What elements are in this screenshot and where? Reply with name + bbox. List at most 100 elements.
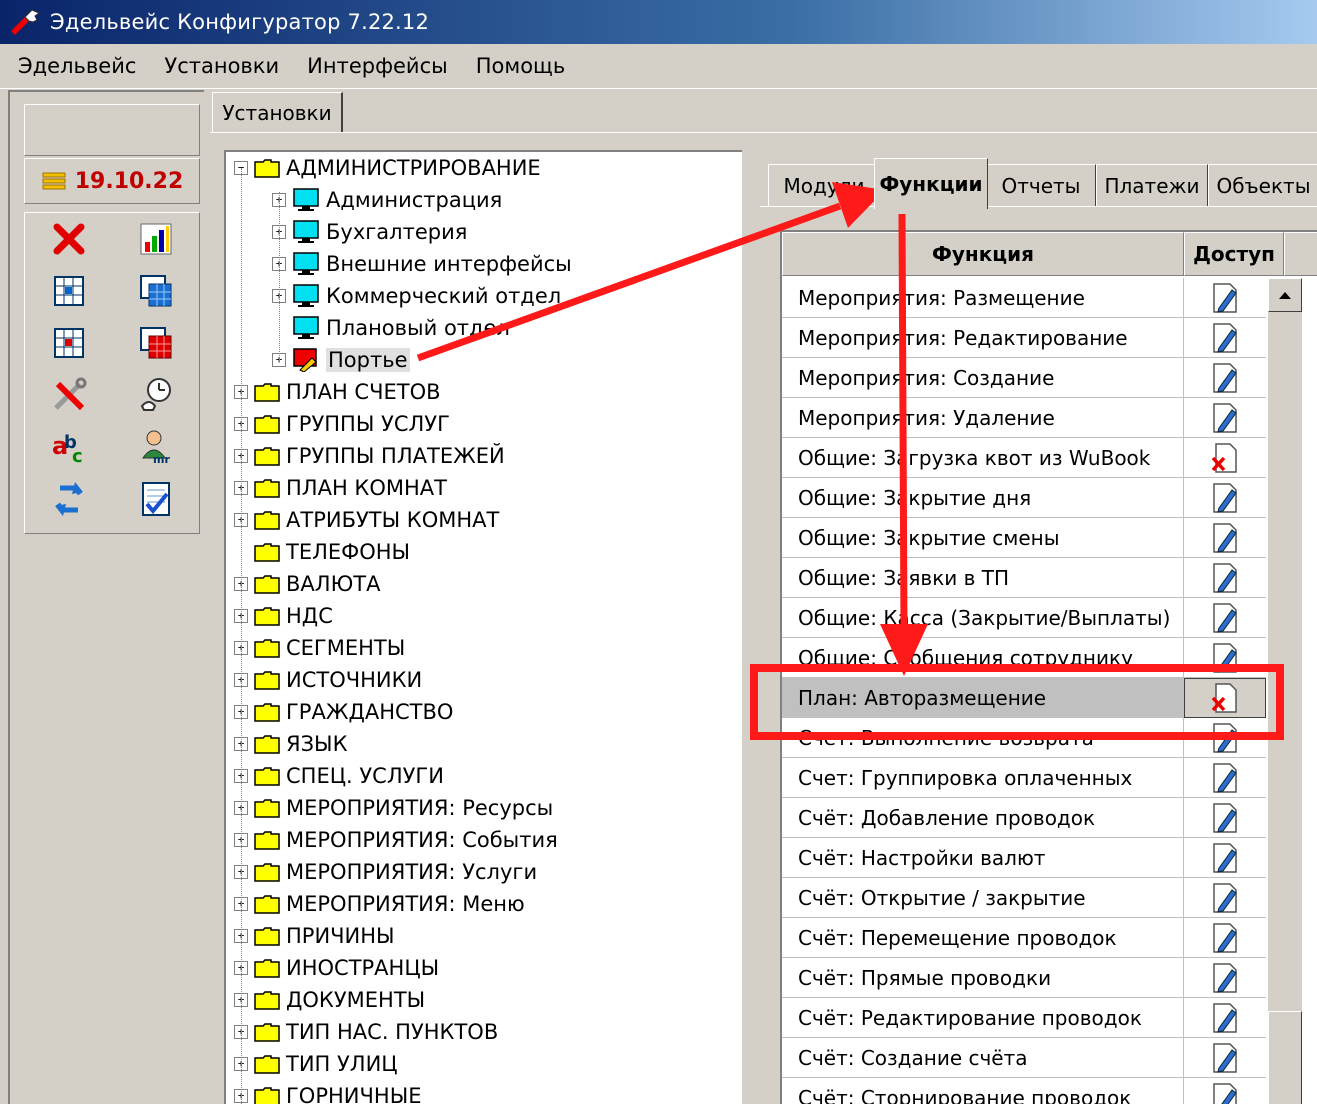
- tab-modules[interactable]: Модули: [768, 164, 880, 207]
- access-cell[interactable]: [1184, 638, 1266, 678]
- tree-node-folder[interactable]: +ВАЛЮТА: [234, 568, 380, 600]
- column-access[interactable]: Доступ: [1184, 232, 1284, 276]
- clock-button[interactable]: [112, 369, 199, 421]
- table-row[interactable]: Мероприятия: Редактирование: [782, 318, 1266, 358]
- table-row[interactable]: Мероприятия: Создание: [782, 358, 1266, 398]
- date-box[interactable]: 19.10.22: [24, 158, 200, 204]
- access-cell[interactable]: [1184, 918, 1266, 958]
- access-cell[interactable]: [1184, 478, 1266, 518]
- tree-node-child[interactable]: +Коммерческий отдел: [272, 280, 561, 312]
- menu-settings[interactable]: Установки: [150, 54, 293, 78]
- tab-reports[interactable]: Отчеты: [986, 164, 1096, 207]
- tree-node-folder[interactable]: +ПЛАН СЧЕТОВ: [234, 376, 441, 408]
- tree-node-folder[interactable]: +АТРИБУТЫ КОМНАТ: [234, 504, 499, 536]
- table-row[interactable]: Счёт: Перемещение проводок: [782, 918, 1266, 958]
- tree-node-administration[interactable]: −АДМИНИСТРИРОВАНИЕ: [234, 152, 541, 184]
- table-row[interactable]: Мероприятия: Удаление: [782, 398, 1266, 438]
- tree-node-folder[interactable]: +СПЕЦ. УСЛУГИ: [234, 760, 444, 792]
- table-row[interactable]: Общие: Закрытие смены: [782, 518, 1266, 558]
- column-function[interactable]: Функция: [782, 232, 1184, 276]
- tab-objects[interactable]: Объекты: [1208, 164, 1317, 207]
- tree-node-folder[interactable]: +НДС: [234, 600, 333, 632]
- table-row[interactable]: Счёт: Редактирование проводок: [782, 998, 1266, 1038]
- tree-node-child[interactable]: Плановый отдел: [272, 312, 510, 344]
- table-row[interactable]: План: Авторазмещение: [782, 678, 1266, 718]
- access-cell[interactable]: [1184, 1078, 1266, 1104]
- table-row[interactable]: Счёт: Сторнирование проводок: [782, 1078, 1266, 1104]
- tree-node-child[interactable]: +Администрация: [272, 184, 502, 216]
- tree-node-folder[interactable]: +ПЛАН КОМНАТ: [234, 472, 447, 504]
- tree-node-folder[interactable]: +ТИП НАС. ПУНКТОВ: [234, 1016, 498, 1048]
- table-button[interactable]: [112, 265, 199, 317]
- table-row[interactable]: Общие: Заявки в ТП: [782, 558, 1266, 598]
- tab-settings[interactable]: Установки: [212, 92, 343, 133]
- tree-node-folder[interactable]: +ТИП УЛИЦ: [234, 1048, 398, 1080]
- access-cell[interactable]: [1184, 598, 1266, 638]
- grid-red-button[interactable]: [25, 317, 112, 369]
- vertical-scrollbar[interactable]: [1268, 278, 1302, 1104]
- table-row[interactable]: Общие: Загрузка квот из WuBook: [782, 438, 1266, 478]
- delete-button[interactable]: [25, 213, 112, 265]
- tab-payments[interactable]: Платежи: [1096, 164, 1208, 207]
- table-row[interactable]: Счёт: Открытие / закрытие: [782, 878, 1266, 918]
- tree-node-folder[interactable]: +ГРАЖДАНСТВО: [234, 696, 453, 728]
- table-row[interactable]: Мероприятия: Размещение: [782, 278, 1266, 318]
- table-row[interactable]: Общие: Касса (Закрытие/Выплаты): [782, 598, 1266, 638]
- tree-node-child[interactable]: +Бухгалтерия: [272, 216, 467, 248]
- tools-button[interactable]: [25, 369, 112, 421]
- tree-node-folder[interactable]: +ГОРНИЧНЫЕ: [234, 1080, 422, 1104]
- access-cell[interactable]: [1184, 398, 1266, 438]
- menu-interfaces[interactable]: Интерфейсы: [293, 54, 462, 78]
- menu-edelweiss[interactable]: Эдельвейс: [0, 54, 150, 78]
- spelling-button[interactable]: abc: [25, 421, 112, 473]
- access-cell[interactable]: [1184, 838, 1266, 878]
- tree-node-folder[interactable]: +ГРУППЫ ПЛАТЕЖЕЙ: [234, 440, 505, 472]
- access-cell[interactable]: [1184, 678, 1266, 718]
- table-row[interactable]: Счет: Выполнение возврата: [782, 718, 1266, 758]
- user-button[interactable]: mr: [112, 421, 199, 473]
- access-cell[interactable]: [1184, 758, 1266, 798]
- tree-node-folder[interactable]: +ДОКУМЕНТЫ: [234, 984, 425, 1016]
- tree-node-folder[interactable]: +МЕРОПРИЯТИЯ: Услуги: [234, 856, 537, 888]
- chart-button[interactable]: [112, 213, 199, 265]
- access-cell[interactable]: [1184, 718, 1266, 758]
- table-row[interactable]: Общие: Сообщения сотруднику: [782, 638, 1266, 678]
- access-cell[interactable]: [1184, 998, 1266, 1038]
- tree-node-folder[interactable]: +МЕРОПРИЯТИЯ: События: [234, 824, 558, 856]
- tree-node-folder[interactable]: +ИСТОЧНИКИ: [234, 664, 422, 696]
- access-cell[interactable]: [1184, 798, 1266, 838]
- table-red-button[interactable]: [112, 317, 199, 369]
- access-cell[interactable]: [1184, 318, 1266, 358]
- tree-node-child[interactable]: +Внешние интерфейсы: [272, 248, 572, 280]
- tree-node-child[interactable]: +Портье: [272, 344, 410, 376]
- access-cell[interactable]: [1184, 438, 1266, 478]
- access-cell[interactable]: [1184, 878, 1266, 918]
- scroll-thumb[interactable]: [1268, 1011, 1302, 1104]
- tree-node-folder[interactable]: ТЕЛЕФОНЫ: [234, 536, 410, 568]
- tree-node-folder[interactable]: +МЕРОПРИЯТИЯ: Меню: [234, 888, 525, 920]
- tree-node-folder[interactable]: +ЯЗЫК: [234, 728, 348, 760]
- table-row[interactable]: Счет: Группировка оплаченных: [782, 758, 1266, 798]
- scroll-up-button[interactable]: [1268, 278, 1302, 312]
- refresh-button[interactable]: [25, 473, 112, 525]
- access-cell[interactable]: [1184, 278, 1266, 318]
- tree-node-folder[interactable]: +СЕГМЕНТЫ: [234, 632, 405, 664]
- menu-help[interactable]: Помощь: [462, 54, 580, 78]
- table-row[interactable]: Счёт: Настройки валют: [782, 838, 1266, 878]
- tree-node-folder[interactable]: +ПРИЧИНЫ: [234, 920, 395, 952]
- access-cell[interactable]: [1184, 518, 1266, 558]
- grid-button[interactable]: [25, 265, 112, 317]
- table-row[interactable]: Счёт: Прямые проводки: [782, 958, 1266, 998]
- table-row[interactable]: Общие: Закрытие дня: [782, 478, 1266, 518]
- tree-node-folder[interactable]: +ГРУППЫ УСЛУГ: [234, 408, 450, 440]
- table-row[interactable]: Счёт: Создание счёта: [782, 1038, 1266, 1078]
- access-cell[interactable]: [1184, 358, 1266, 398]
- access-cell[interactable]: [1184, 558, 1266, 598]
- tree-node-folder[interactable]: +ИНОСТРАНЦЫ: [234, 952, 439, 984]
- table-row[interactable]: Счёт: Добавление проводок: [782, 798, 1266, 838]
- tab-functions[interactable]: Функции: [874, 158, 988, 209]
- checklist-button[interactable]: [112, 473, 199, 525]
- access-cell[interactable]: [1184, 1038, 1266, 1078]
- access-cell[interactable]: [1184, 958, 1266, 998]
- tree-node-folder[interactable]: +МЕРОПРИЯТИЯ: Ресурсы: [234, 792, 553, 824]
